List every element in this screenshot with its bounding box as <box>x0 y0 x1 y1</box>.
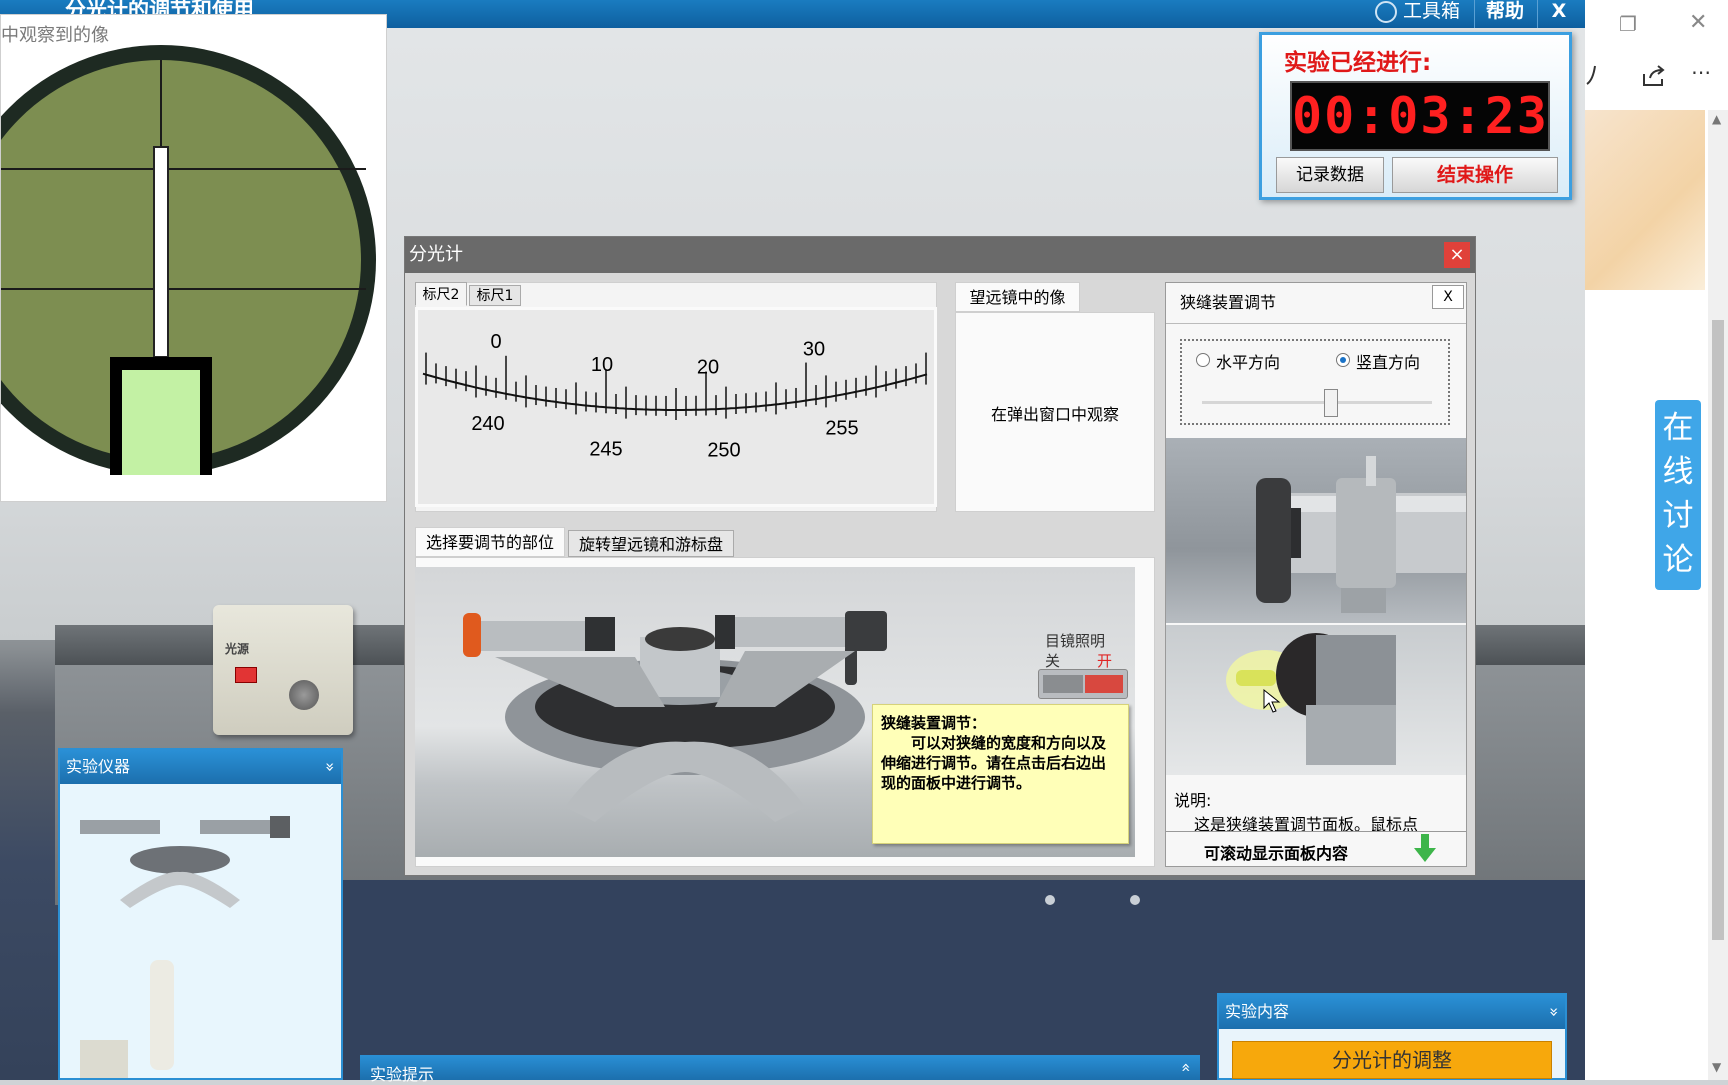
instruments-title: 实验仪器 <box>66 757 131 776</box>
collapse-icon[interactable]: » <box>313 762 347 772</box>
collapse-icon[interactable]: » <box>1537 1007 1571 1017</box>
app-close-button[interactable]: X <box>1537 0 1580 28</box>
toolbox-button[interactable]: 工具箱 <box>1370 0 1465 28</box>
main-scale-label: 255 <box>825 418 858 440</box>
cabinet-knob <box>1130 895 1140 905</box>
description-label: 说明: <box>1174 791 1212 810</box>
eyepiece-light-label: 目镜照明 <box>1045 632 1106 650</box>
instrument-thumbnails[interactable] <box>70 790 335 1080</box>
toolbox-icon <box>1374 0 1397 23</box>
telescope-hint: 在弹出窗口中观察 <box>990 405 1119 424</box>
note-body: 可以对狭缝的宽度和方向以及伸缩进行调节。请在点击后右边出现的面板中进行调节。 <box>881 734 1107 792</box>
light-source-label: 光源 <box>225 642 250 656</box>
dial-knob[interactable] <box>289 680 319 710</box>
dialog-close-button[interactable]: × <box>1444 242 1470 268</box>
experiment-content-panel: 实验内容 » 分光计的调整 <box>1217 993 1567 1080</box>
spectrometer-dialog: 分光计 × 标尺2 标尺1 0 10 20 30 240 245 250 255 望远镜中的像… <box>405 237 1475 875</box>
tab-select-part[interactable]: 选择要调节的部位 <box>415 527 565 557</box>
vernier-scale-svg: 0 10 20 30 240 245 250 255 <box>422 331 928 462</box>
horizontal-radio[interactable] <box>1196 353 1210 367</box>
expand-icon[interactable]: » <box>1176 1063 1195 1073</box>
instruments-panel: 实验仪器 » <box>58 748 343 1080</box>
observed-image-panel[interactable]: 中观察到的像 <box>0 14 387 502</box>
vernier-label: 10 <box>591 354 613 376</box>
slit-tube-image[interactable] <box>1166 438 1466 623</box>
content-item-button[interactable]: 分光计的调整 <box>1232 1041 1552 1079</box>
slit-adjust-panel: 狭缝装置调节 X 水平方向 竖直方向 说明: 这是狭缝装置调节面板。鼠标点 可滚… <box>1165 282 1467 867</box>
dialog-title-bar[interactable]: 分光计 <box>405 237 1475 273</box>
switch-on-segment <box>1085 675 1123 693</box>
tab-telescope-image[interactable]: 望远镜中的像 <box>955 282 1080 312</box>
eyepiece-light-switch[interactable] <box>1038 669 1128 699</box>
main-scale-label: 245 <box>589 438 622 460</box>
timer-label: 实验已经进行: <box>1284 50 1432 76</box>
help-button[interactable]: 帮助 <box>1474 0 1535 28</box>
discuss-char: 线 <box>1662 454 1694 490</box>
telescope-image-box: 在弹出窗口中观察 <box>955 312 1155 512</box>
slit-panel-close-button[interactable]: X <box>1432 285 1464 309</box>
eyepiece-light-on-label: 开 <box>1097 652 1113 670</box>
slit-description: 说明: 这是狭缝装置调节面板。鼠标点 <box>1166 779 1466 834</box>
tab-scale-1[interactable]: 标尺1 <box>469 285 521 306</box>
scrollbar-thumb[interactable] <box>1712 320 1724 940</box>
vernier-label: 20 <box>697 356 719 378</box>
hints-panel[interactable]: 实验提示 » <box>360 1055 1200 1084</box>
down-arrow-icon[interactable] <box>1414 834 1436 864</box>
discuss-char: 在 <box>1662 410 1694 446</box>
note-title: 狭缝装置调节： <box>881 714 987 732</box>
timer-panel: 实验已经进行: 00:03:23 记录数据 结束操作 <box>1259 32 1572 200</box>
observed-image-caption: 中观察到的像 <box>1 25 109 46</box>
share-icon[interactable] <box>1641 64 1667 88</box>
hints-title: 实验提示 <box>370 1065 435 1084</box>
scroll-hint-text: 可滚动显示面板内容 <box>1204 844 1349 863</box>
page-thumbnail <box>1585 110 1705 290</box>
slit-panel-title: 狭缝装置调节 <box>1180 293 1277 312</box>
restore-icon[interactable]: ❐ <box>1619 12 1637 36</box>
scroll-down-icon[interactable]: ▼ <box>1712 1060 1721 1074</box>
vertical-radio[interactable] <box>1336 353 1350 367</box>
vernier-scale-view: 0 10 20 30 240 245 250 255 <box>415 307 937 507</box>
cabinet-knob <box>1045 895 1055 905</box>
main-scale-label: 250 <box>707 440 740 462</box>
eyepiece-view <box>1 45 376 475</box>
tab-rotate-telescope[interactable]: 旋转望远镜和游标盘 <box>568 530 734 557</box>
discuss-char: 论 <box>1662 542 1694 578</box>
eyepiece-light-off-label: 关 <box>1045 652 1061 670</box>
browser-scrollbar[interactable]: ▲ ▼ <box>1708 110 1728 1080</box>
instruments-header[interactable]: 实验仪器 » <box>60 750 341 784</box>
end-operation-button[interactable]: 结束操作 <box>1392 157 1558 193</box>
timer-display: 00:03:23 <box>1290 81 1550 151</box>
scale-arc <box>422 372 928 411</box>
tab-scale-2[interactable]: 标尺2 <box>415 282 467 306</box>
slit-slider-track[interactable] <box>1202 401 1432 404</box>
main-scale-label: 240 <box>471 413 504 435</box>
slit-knob-image[interactable] <box>1166 625 1466 775</box>
pen-icon[interactable] <box>1585 62 1605 88</box>
switch-off-segment <box>1043 675 1083 693</box>
window-close-icon[interactable]: ✕ <box>1689 10 1707 35</box>
horizontal-label[interactable]: 水平方向 <box>1216 349 1280 373</box>
online-discussion-button[interactable]: 在 线 讨 论 <box>1655 400 1701 590</box>
scroll-up-icon[interactable]: ▲ <box>1712 112 1721 126</box>
record-data-button[interactable]: 记录数据 <box>1276 157 1384 193</box>
light-source-box[interactable]: 光源 <box>213 605 353 735</box>
vernier-label: 30 <box>803 338 825 360</box>
content-title: 实验内容 <box>1225 1002 1290 1021</box>
slit-adjust-note: 狭缝装置调节： 可以对狭缝的宽度和方向以及伸缩进行调节。请在点击后右边出现的面板… <box>872 704 1129 844</box>
slit-tube-illustration <box>1256 456 1466 613</box>
discuss-char: 讨 <box>1662 498 1694 534</box>
direction-group: 水平方向 竖直方向 <box>1180 339 1450 425</box>
dialog-title: 分光计 <box>409 244 463 265</box>
more-icon[interactable]: ⋯ <box>1691 60 1711 84</box>
slit-slider-thumb[interactable] <box>1324 389 1338 417</box>
slit-knob-illustration <box>1226 633 1396 765</box>
vernier-label: 0 <box>490 331 501 353</box>
vertical-label[interactable]: 竖直方向 <box>1356 349 1420 373</box>
content-header[interactable]: 实验内容 » <box>1219 995 1565 1029</box>
power-indicator <box>235 667 257 683</box>
slit-panel-header: 狭缝装置调节 <box>1166 283 1466 324</box>
scroll-hint[interactable]: 可滚动显示面板内容 <box>1166 831 1466 868</box>
toolbox-label: 工具箱 <box>1402 0 1460 22</box>
